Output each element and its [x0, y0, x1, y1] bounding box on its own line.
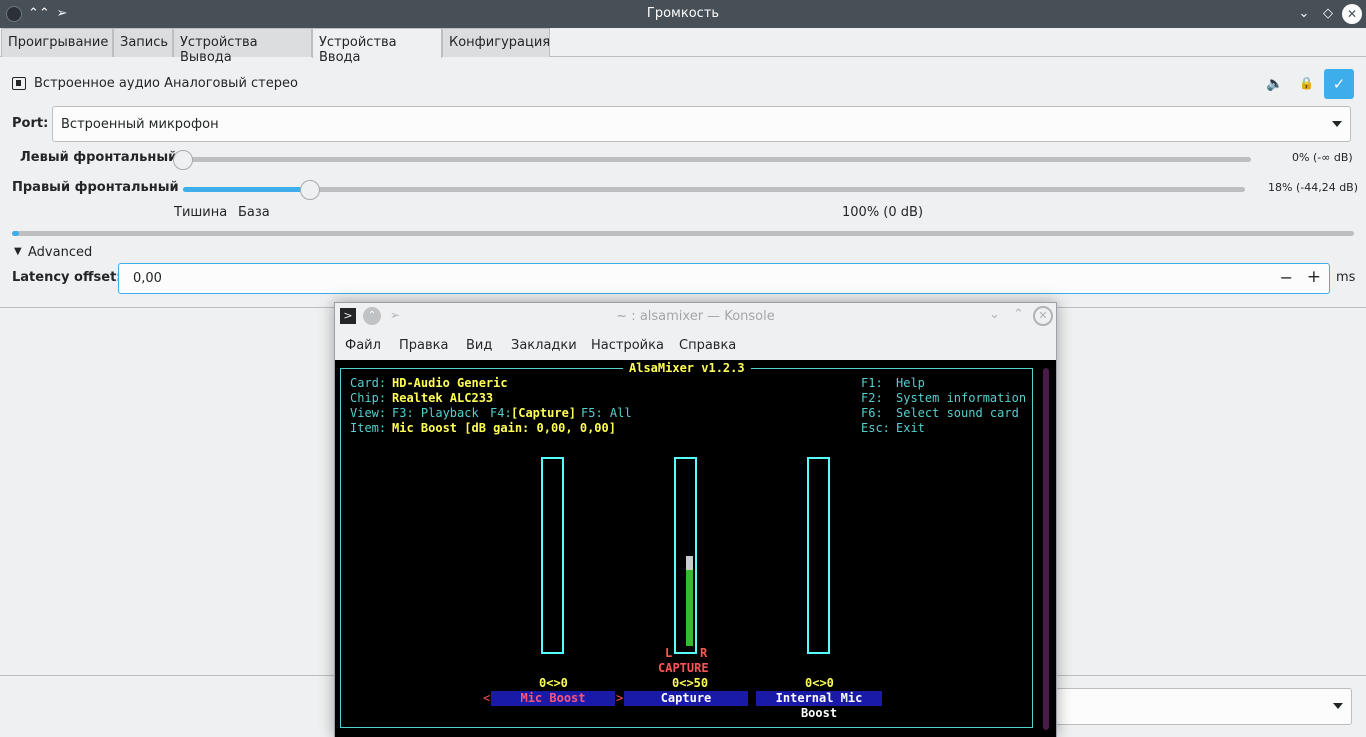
minus-icon[interactable]: −	[1280, 268, 1293, 287]
port-value: Встроенный микрофон	[61, 117, 219, 132]
capture-label[interactable]: Capture	[624, 691, 748, 706]
default-device-button[interactable]: ✓	[1324, 69, 1354, 99]
tab-output-devices[interactable]: Устройства Вывода	[173, 28, 312, 65]
view-f4-key: F4:	[490, 406, 512, 420]
konsole-title: ~ : alsamixer — Konsole	[616, 309, 775, 324]
master-volume-fill	[12, 231, 19, 236]
capture-right-channel: R	[700, 646, 708, 660]
mic-boost-label[interactable]: Mic Boost	[491, 691, 615, 706]
card-label: Card:	[350, 376, 387, 390]
audio-device-icon	[12, 77, 26, 90]
help-key-esc: Esc:	[861, 421, 890, 435]
help-key-f6: F6:	[861, 406, 883, 420]
capture-switch-tag: CAPTURE	[658, 661, 709, 675]
close-icon[interactable]: ✕	[1033, 306, 1053, 326]
channel-right-track[interactable]	[183, 187, 1245, 192]
port-label: Port:	[12, 116, 49, 131]
chevron-down-icon	[1332, 121, 1342, 127]
view-f5: F5: All	[581, 406, 632, 420]
view-label: View:	[350, 406, 387, 420]
capture-value: 0<>50	[672, 676, 709, 690]
tab-recording[interactable]: Запись	[113, 28, 173, 57]
konsole-menu-bar: Файл Правка Вид Закладки Настройка Справ…	[335, 333, 1056, 359]
latency-value: 0,00	[133, 271, 162, 286]
tab-playback[interactable]: Проигрывание	[1, 28, 113, 57]
lock-icon[interactable]: 🔒	[1299, 76, 1314, 90]
mute-icon[interactable]: 🔈	[1266, 76, 1283, 92]
konsole-window: > ⌃ ➢ ~ : alsamixer — Konsole ⌄ ⌃ ✕ Файл…	[334, 302, 1057, 737]
chevron-down-icon	[1333, 703, 1343, 709]
plus-icon[interactable]: +	[1307, 267, 1321, 287]
channel-right-label: Правый фронтальный	[12, 180, 179, 195]
help-text-f2: System information	[896, 391, 1027, 405]
scale-full-label: 100% (0 dB)	[842, 205, 924, 220]
scale-silence-label: Тишина	[174, 205, 228, 220]
channel-right-fill	[183, 187, 310, 192]
title-bar: ⌃⌃ ➢ Громкость ⌄ ◇ ✕	[0, 0, 1366, 28]
menu-bookmarks[interactable]: Закладки	[511, 338, 577, 353]
selection-left-marker: <	[483, 691, 491, 705]
mic-boost-value: 0<>0	[539, 676, 568, 690]
latency-offset-input[interactable]: 0,00 − +	[118, 263, 1330, 294]
terminal-area[interactable]: AlsaMixer v1.2.3 Card: HD-Audio Generic …	[335, 360, 1056, 737]
terminal-scrollbar[interactable]	[1043, 368, 1049, 730]
maximize-icon[interactable]: ⌃	[1013, 307, 1024, 322]
minimize-icon[interactable]: ⌄	[1294, 4, 1314, 24]
window-title: Громкость	[646, 6, 720, 21]
close-icon[interactable]: ✕	[1342, 4, 1362, 24]
card-value: HD-Audio Generic	[392, 376, 508, 390]
menu-view[interactable]: Вид	[466, 338, 492, 353]
menu-edit[interactable]: Правка	[399, 338, 448, 353]
menu-file[interactable]: Файл	[345, 338, 381, 353]
chip-label: Chip:	[350, 391, 387, 405]
channel-left-label: Левый фронтальный	[20, 150, 178, 165]
selection-right-marker: >	[616, 691, 624, 705]
tab-configuration[interactable]: Конфигурация	[442, 28, 550, 57]
tab-input-devices[interactable]: Устройства Ввода	[312, 28, 442, 65]
help-text-esc: Exit	[896, 421, 925, 435]
internal-mic-boost-value: 0<>0	[805, 676, 834, 690]
advanced-toggle[interactable]: Advanced	[28, 245, 92, 260]
internal-mic-boost-label[interactable]: Internal Mic Boost	[756, 691, 882, 720]
help-key-f1: F1:	[861, 376, 883, 390]
device-name: Встроенное аудио Аналоговый стерео	[34, 76, 298, 91]
item-label: Item:	[350, 421, 387, 435]
capture-left-channel: L	[665, 646, 673, 660]
help-text-f6: Select sound card	[896, 406, 1019, 420]
konsole-title-bar: > ⌃ ➢ ~ : alsamixer — Konsole ⌄ ⌃ ✕	[335, 303, 1056, 330]
internal-mic-boost-meter[interactable]	[807, 457, 830, 654]
mic-boost-meter[interactable]	[541, 457, 564, 654]
latency-unit: ms	[1336, 270, 1356, 285]
menu-help[interactable]: Справка	[679, 338, 736, 353]
channel-left-track[interactable]	[183, 157, 1251, 162]
capture-meter-fill	[686, 570, 693, 646]
channel-left-value: 0% (-∞ dB)	[1292, 151, 1353, 164]
view-f3: F3: Playback	[392, 406, 479, 420]
maximize-icon[interactable]: ◇	[1318, 4, 1338, 24]
menu-settings[interactable]: Настройка	[591, 338, 664, 353]
view-f4: [Capture]	[511, 406, 577, 420]
help-key-f2: F2:	[861, 391, 883, 405]
triangle-down-icon[interactable]: ▼	[14, 246, 22, 257]
capture-meter[interactable]	[674, 457, 697, 654]
channel-right-slider-handle[interactable]	[299, 180, 320, 200]
master-volume-track[interactable]	[12, 231, 1354, 236]
channel-right-value: 18% (-44,24 dB)	[1268, 181, 1359, 194]
help-text-f1: Help	[896, 376, 925, 390]
tab-bar: Проигрывание Запись Устройства Вывода Ус…	[0, 28, 1366, 65]
latency-label: Latency offset:	[12, 270, 122, 285]
minimize-icon[interactable]: ⌄	[989, 307, 1000, 322]
item-value: Mic Boost [dB gain: 0,00, 0,00]	[392, 421, 616, 435]
scale-base-label: База	[238, 205, 270, 220]
alsamixer-header: AlsaMixer v1.2.3	[623, 361, 751, 376]
port-select[interactable]: Встроенный микрофон	[52, 106, 1351, 142]
channel-left-slider-handle[interactable]	[173, 150, 193, 170]
capture-meter-peak	[686, 556, 693, 570]
chip-value: Realtek ALC233	[392, 391, 494, 405]
